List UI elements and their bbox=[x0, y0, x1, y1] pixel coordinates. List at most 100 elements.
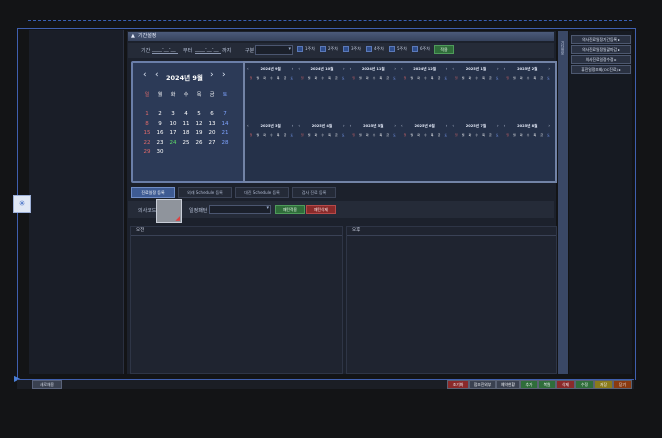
calendar-day[interactable]: 23 bbox=[155, 140, 165, 146]
right-action-label: 의사진료일정기간등록 bbox=[582, 37, 618, 42]
type-label: 구분 bbox=[245, 48, 255, 54]
week-checkbox[interactable]: 4주차 bbox=[366, 46, 384, 53]
calendar-day[interactable]: 26 bbox=[194, 140, 204, 146]
calendar-day[interactable]: 8 bbox=[142, 121, 152, 127]
mini-weekday: 화 bbox=[365, 133, 369, 137]
mini-next-icon[interactable]: › bbox=[394, 66, 396, 71]
doctor-photo[interactable]: ◢ bbox=[156, 199, 182, 223]
week-checkbox[interactable]: 3주차 bbox=[343, 46, 361, 53]
bottom-action-button[interactable]: 저장 bbox=[594, 380, 613, 389]
week-checkbox[interactable]: 6주차 bbox=[412, 46, 430, 53]
mini-next-icon[interactable]: › bbox=[292, 123, 294, 128]
mini-next-icon[interactable]: › bbox=[548, 123, 550, 128]
calendar-day[interactable]: 28 bbox=[220, 140, 230, 146]
calendar-day[interactable]: 18 bbox=[181, 130, 191, 136]
type-select[interactable]: ▾ bbox=[255, 45, 293, 55]
calendar-day[interactable]: 24 bbox=[168, 140, 178, 146]
week-checkbox[interactable]: 5주차 bbox=[389, 46, 407, 53]
mini-weekday: 일 bbox=[506, 133, 509, 137]
calendar-day[interactable]: 6 bbox=[207, 111, 217, 117]
calendar-day[interactable]: 2 bbox=[155, 111, 165, 117]
calendar-day[interactable]: 11 bbox=[181, 121, 191, 127]
right-action-button[interactable]: 의사진료일정기간등록▸ bbox=[571, 35, 631, 44]
calendar-day[interactable]: 5 bbox=[194, 111, 204, 117]
mini-weekday: 목 bbox=[430, 133, 434, 137]
pattern-delete-button[interactable]: 패턴삭제 bbox=[306, 205, 336, 214]
apply-button[interactable]: 적용 bbox=[434, 45, 454, 54]
calendar-day[interactable]: 29 bbox=[142, 149, 152, 155]
mini-next-icon[interactable]: › bbox=[292, 66, 294, 71]
mini-next-icon[interactable]: › bbox=[446, 123, 448, 128]
mini-next-icon[interactable]: › bbox=[343, 66, 345, 71]
calendar-day[interactable]: 1 bbox=[142, 111, 152, 117]
weekday-label: 수 bbox=[183, 92, 189, 98]
mini-weekday: 일 bbox=[301, 76, 304, 80]
calendar-day[interactable]: 4 bbox=[181, 111, 191, 117]
to-date-input[interactable]: ____-__-__ bbox=[195, 46, 221, 54]
next-year-icon[interactable]: › bbox=[222, 70, 226, 80]
tab-0[interactable]: 진료일정 등록 bbox=[131, 187, 175, 198]
calendar-day[interactable]: 14 bbox=[220, 121, 230, 127]
mini-next-icon[interactable]: › bbox=[446, 66, 448, 71]
tab-2[interactable]: 대진 Schedule 등록 bbox=[235, 187, 289, 198]
week-checkbox[interactable]: 1주차 bbox=[297, 46, 315, 53]
next-month-icon[interactable]: › bbox=[210, 70, 214, 80]
mini-calendar: ‹ 2025년 1월 › 일 월 화 수 목 금 토 bbox=[450, 63, 501, 120]
checkbox-icon bbox=[412, 46, 418, 52]
bottom-action-button[interactable]: 추가 bbox=[520, 380, 538, 389]
schedule-select[interactable]: ▾ bbox=[209, 205, 271, 214]
calendar-day[interactable]: 21 bbox=[220, 130, 230, 136]
bottom-action-button[interactable]: 닫기 bbox=[613, 380, 632, 389]
tab-1[interactable]: 외래 Schedule 등록 bbox=[178, 187, 232, 198]
right-side-strip[interactable]: 기타정보 bbox=[558, 31, 568, 374]
calendar-day[interactable]: 27 bbox=[207, 140, 217, 146]
mini-next-icon[interactable]: › bbox=[497, 123, 499, 128]
collapse-icon[interactable]: ▲ bbox=[131, 33, 135, 39]
mini-calendar: ‹ 2025년 4월 › 일 월 화 수 목 금 토 bbox=[296, 120, 347, 177]
mini-weekday: 목 bbox=[482, 76, 485, 80]
calendar-day[interactable]: 13 bbox=[207, 121, 217, 127]
mini-weekday: 화 bbox=[519, 76, 523, 80]
calendar-day[interactable]: 30 bbox=[155, 149, 165, 155]
calendar-day[interactable]: 3 bbox=[168, 111, 178, 117]
mini-next-icon[interactable]: › bbox=[394, 123, 396, 128]
mini-weekday: 화 bbox=[263, 133, 266, 137]
mini-next-icon[interactable]: › bbox=[343, 123, 345, 128]
calendar-day[interactable]: 16 bbox=[155, 130, 165, 136]
mini-calendar: ‹ 2025년 8월 › 일 월 화 수 목 금 토 bbox=[502, 120, 553, 177]
prev-month-icon[interactable]: ‹ bbox=[155, 70, 159, 80]
new-hire-button[interactable]: 새로채용 bbox=[32, 380, 62, 389]
mini-next-icon[interactable]: › bbox=[497, 66, 499, 71]
tab-3[interactable]: 검사 진료 등록 bbox=[292, 187, 336, 198]
week-label: 5주차 bbox=[397, 46, 407, 51]
mini-calendar-title: 2024년 9월 bbox=[260, 67, 281, 71]
right-action-button[interactable]: 의사진료일정일괄마감▸ bbox=[571, 45, 631, 54]
calendar-day[interactable]: 7 bbox=[220, 111, 230, 117]
pin-icon[interactable]: ✳ bbox=[13, 195, 31, 213]
from-date-input[interactable]: ____-__-__ bbox=[152, 46, 178, 54]
calendar-day[interactable]: 12 bbox=[194, 121, 204, 127]
bottom-action-button[interactable]: 조기화 bbox=[447, 380, 469, 389]
calendar-day[interactable]: 15 bbox=[142, 130, 152, 136]
bottom-action-button[interactable]: 예약현황 bbox=[496, 380, 520, 389]
calendar-day[interactable]: 10 bbox=[168, 121, 178, 127]
calendar-day[interactable]: 20 bbox=[207, 130, 217, 136]
calendar-day[interactable]: 9 bbox=[155, 121, 165, 127]
bottom-action-button[interactable]: 수정 bbox=[575, 380, 594, 389]
pattern-apply-button[interactable]: 패턴적용 bbox=[275, 205, 305, 214]
calendar-day[interactable]: 25 bbox=[181, 140, 191, 146]
calendar-day[interactable]: 19 bbox=[194, 130, 204, 136]
bottom-action-button[interactable]: 접조진외부 bbox=[469, 380, 496, 389]
week-checkbox[interactable]: 2주차 bbox=[320, 46, 338, 53]
prev-year-icon[interactable]: ‹ bbox=[143, 70, 147, 80]
mini-weekday: 일 bbox=[403, 133, 407, 137]
week-label: 6주차 bbox=[420, 46, 430, 51]
calendar-day[interactable]: 22 bbox=[142, 140, 152, 146]
calendar-day[interactable]: 17 bbox=[168, 130, 178, 136]
right-action-button[interactable]: 의사진료일정수정▸ bbox=[571, 55, 631, 64]
right-action-button[interactable]: 휴진일정조회(OC진료)▸ bbox=[571, 65, 631, 74]
bottom-action-button[interactable]: 복원 bbox=[538, 380, 556, 389]
mini-next-icon[interactable]: › bbox=[548, 66, 550, 71]
new-hire-label: 새로채용 bbox=[40, 382, 54, 387]
bottom-action-button[interactable]: 삭제 bbox=[556, 380, 575, 389]
